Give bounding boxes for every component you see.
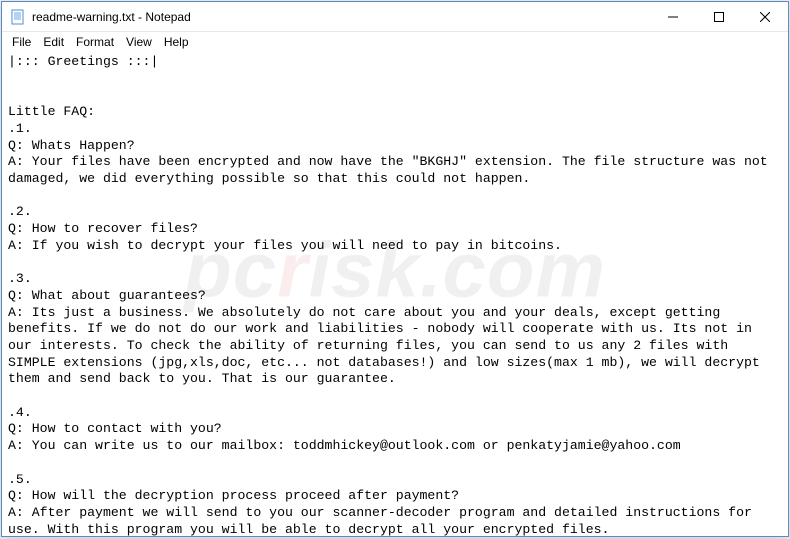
menu-format[interactable]: Format [70,34,120,50]
text-editor-area[interactable]: |::: Greetings :::| Little FAQ: .1. Q: W… [2,52,788,536]
menu-edit[interactable]: Edit [37,34,70,50]
notepad-icon [10,9,26,25]
notepad-window: readme-warning.txt - Notepad File Edit F… [1,1,789,537]
maximize-button[interactable] [696,2,742,32]
close-button[interactable] [742,2,788,32]
minimize-button[interactable] [650,2,696,32]
window-controls [650,2,788,31]
menu-help[interactable]: Help [158,34,195,50]
titlebar[interactable]: readme-warning.txt - Notepad [2,2,788,32]
menu-file[interactable]: File [6,34,37,50]
menu-view[interactable]: View [120,34,158,50]
menubar: File Edit Format View Help [2,32,788,52]
window-title: readme-warning.txt - Notepad [32,2,650,32]
